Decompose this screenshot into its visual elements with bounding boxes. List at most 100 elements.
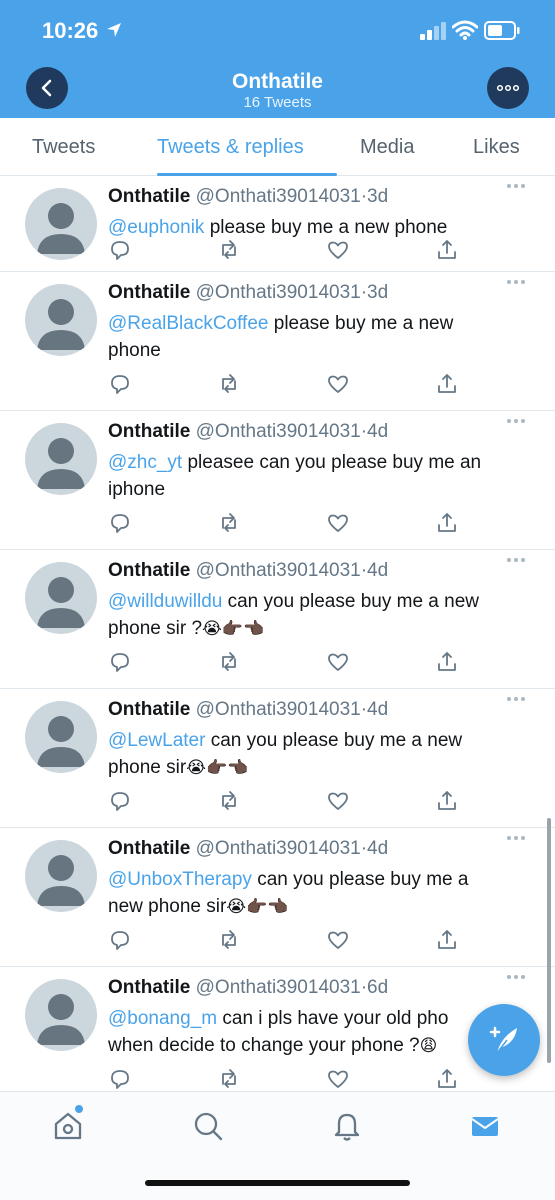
author-handle[interactable]: @Onthati39014031	[196, 282, 361, 303]
reply-icon[interactable]	[108, 1067, 132, 1091]
default-avatar-icon	[37, 438, 85, 489]
status-time: 10:26	[42, 18, 99, 43]
bell-icon[interactable]	[331, 1110, 363, 1142]
tab-media[interactable]: Media	[360, 136, 414, 159]
heart-icon[interactable]	[326, 928, 350, 952]
more-horizontal-icon[interactable]	[505, 182, 527, 190]
author-name[interactable]: Onthatile	[108, 421, 190, 442]
tweet-header: Onthatile @Onthati39014031·4d	[108, 421, 388, 443]
more-horizontal-icon[interactable]	[505, 973, 527, 981]
tweet-item[interactable]: Onthatile @Onthati39014031·4d @willduwill…	[0, 550, 555, 689]
retweet-icon[interactable]	[217, 789, 241, 813]
reply-icon[interactable]	[108, 789, 132, 813]
reply-icon[interactable]	[108, 238, 132, 262]
heart-icon[interactable]	[326, 511, 350, 535]
author-handle[interactable]: @Onthati39014031	[196, 560, 361, 581]
author-name[interactable]: Onthatile	[108, 186, 190, 207]
tweet-text-line: new phone sir	[108, 896, 227, 917]
more-horizontal-icon[interactable]	[505, 278, 527, 286]
retweet-icon[interactable]	[217, 650, 241, 674]
retweet-icon[interactable]	[217, 238, 241, 262]
tweet-feed[interactable]: Onthatile @Onthati39014031·3d @euphonik p…	[0, 176, 555, 1091]
tab-tweets[interactable]: Tweets	[32, 136, 95, 159]
share-icon[interactable]	[435, 928, 459, 952]
default-avatar-icon	[37, 203, 85, 254]
search-icon[interactable]	[192, 1110, 224, 1142]
heart-icon[interactable]	[326, 789, 350, 813]
profile-name-title: Onthatile	[231, 70, 323, 93]
avatar[interactable]	[25, 979, 97, 1051]
avatar[interactable]	[25, 840, 97, 912]
mention-link[interactable]: @bonang_m	[108, 1008, 217, 1029]
tweet-item[interactable]: Onthatile @Onthati39014031·3d @euphonik p…	[0, 176, 555, 272]
mention-link[interactable]: @willduwilldu	[108, 591, 222, 612]
mention-link[interactable]: @UnboxTherapy	[108, 869, 252, 890]
reply-icon[interactable]	[108, 928, 132, 952]
mail-icon[interactable]	[469, 1110, 501, 1142]
tweet-item[interactable]: Onthatile @Onthati39014031·4d @LewLater c…	[0, 689, 555, 828]
tweet-timestamp: 4d	[367, 838, 389, 859]
status-bar: 10:26	[0, 0, 555, 60]
share-icon[interactable]	[435, 650, 459, 674]
tweet-text-line: phone	[108, 340, 161, 361]
avatar[interactable]	[25, 701, 97, 773]
reply-icon[interactable]	[108, 511, 132, 535]
retweet-icon[interactable]	[217, 1067, 241, 1091]
author-name[interactable]: Onthatile	[108, 977, 190, 998]
more-horizontal-icon[interactable]	[505, 556, 527, 564]
reply-icon[interactable]	[108, 372, 132, 396]
home-notification-dot	[75, 1105, 83, 1113]
tweet-item[interactable]: Onthatile @Onthati39014031·3d @RealBlackC…	[0, 272, 555, 411]
tweet-item[interactable]: Onthatile @Onthati39014031·4d @UnboxThera…	[0, 828, 555, 967]
share-icon[interactable]	[435, 372, 459, 396]
author-handle[interactable]: @Onthati39014031	[196, 186, 361, 207]
scrollbar[interactable]	[547, 818, 551, 1063]
avatar[interactable]	[25, 284, 97, 356]
more-horizontal-icon[interactable]	[505, 695, 527, 703]
mention-link[interactable]: @euphonik	[108, 217, 204, 238]
mention-link[interactable]: @RealBlackCoffee	[108, 313, 268, 334]
share-icon[interactable]	[435, 1067, 459, 1091]
tweet-text: @zhc_yt pleasee can you please buy me an…	[108, 449, 528, 503]
tweet-actions	[108, 789, 488, 813]
share-icon[interactable]	[435, 789, 459, 813]
tweet-text-line: can you please buy me a new	[205, 730, 463, 751]
mention-link[interactable]: @LewLater	[108, 730, 205, 751]
author-name[interactable]: Onthatile	[108, 282, 190, 303]
heart-icon[interactable]	[326, 650, 350, 674]
compose-tweet-button[interactable]	[468, 1004, 540, 1076]
tweet-text-line: pleasee can you please buy me an	[182, 452, 482, 473]
mention-link[interactable]: @zhc_yt	[108, 452, 182, 473]
avatar[interactable]	[25, 562, 97, 634]
tab-likes[interactable]: Likes	[473, 136, 520, 159]
retweet-icon[interactable]	[217, 928, 241, 952]
author-name[interactable]: Onthatile	[108, 838, 190, 859]
share-icon[interactable]	[435, 238, 459, 262]
retweet-icon[interactable]	[217, 511, 241, 535]
retweet-icon[interactable]	[217, 372, 241, 396]
author-handle[interactable]: @Onthati39014031	[196, 977, 361, 998]
default-avatar-icon	[37, 855, 85, 906]
author-handle[interactable]: @Onthati39014031	[196, 838, 361, 859]
author-name[interactable]: Onthatile	[108, 699, 190, 720]
tweet-item[interactable]: Onthatile @Onthati39014031·4d @zhc_yt ple…	[0, 411, 555, 550]
heart-icon[interactable]	[326, 1067, 350, 1091]
tweet-text-line: phone sir	[108, 757, 187, 778]
more-horizontal-icon[interactable]	[505, 834, 527, 842]
tweet-actions	[108, 1067, 488, 1091]
more-horizontal-icon[interactable]	[505, 417, 527, 425]
location-arrow-icon	[107, 23, 121, 37]
author-handle[interactable]: @Onthati39014031	[196, 421, 361, 442]
tab-tweets-and-replies[interactable]: Tweets & replies	[157, 136, 304, 159]
tweet-actions	[108, 238, 488, 262]
author-name[interactable]: Onthatile	[108, 560, 190, 581]
home-icon[interactable]	[52, 1110, 84, 1142]
more-options-button[interactable]	[487, 67, 529, 109]
share-icon[interactable]	[435, 511, 459, 535]
avatar[interactable]	[25, 188, 97, 260]
heart-icon[interactable]	[326, 238, 350, 262]
reply-icon[interactable]	[108, 650, 132, 674]
avatar[interactable]	[25, 423, 97, 495]
author-handle[interactable]: @Onthati39014031	[196, 699, 361, 720]
heart-icon[interactable]	[326, 372, 350, 396]
